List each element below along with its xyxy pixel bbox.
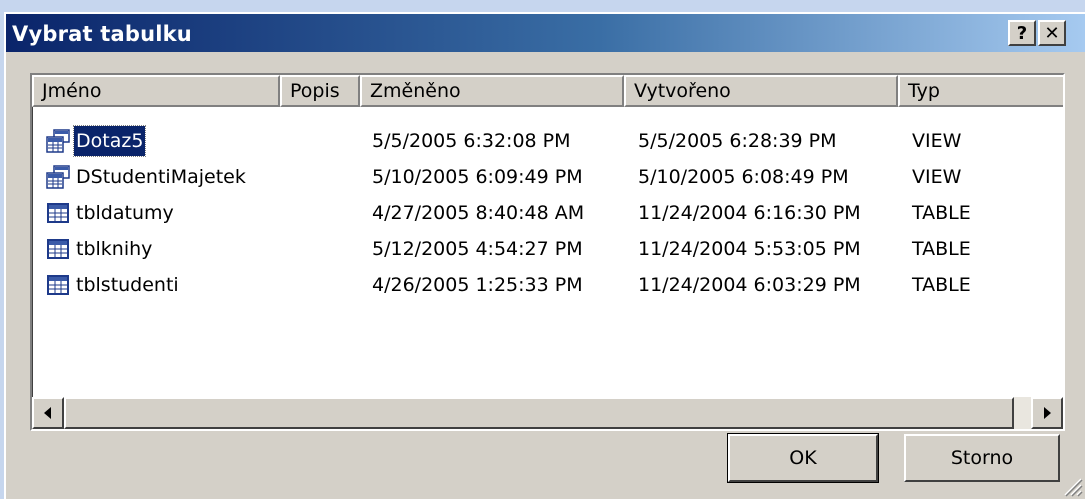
scroll-right-button[interactable] <box>1031 397 1063 429</box>
table-icon <box>46 201 70 225</box>
cancel-button[interactable]: Storno <box>904 434 1060 482</box>
row-name: DStudentiMajetek <box>76 166 246 188</box>
table-icon <box>46 273 70 297</box>
arrow-left-icon <box>44 407 51 419</box>
row-created: 11/24/2004 5:53:05 PM <box>638 238 861 260</box>
scroll-thumb[interactable] <box>64 397 1014 429</box>
row-modified: 4/27/2005 8:40:48 AM <box>372 202 585 224</box>
query-view-icon <box>46 165 70 189</box>
column-header-created[interactable]: Vytvořeno <box>624 75 898 107</box>
row-created: 5/10/2005 6:08:49 PM <box>638 166 849 188</box>
close-icon: ✕ <box>1044 22 1060 44</box>
row-modified: 5/10/2005 6:09:49 PM <box>372 166 583 188</box>
list-header: Jméno Popis Změněno Vytvořeno Typ <box>32 75 1063 107</box>
select-table-dialog: Vybrat tabulku ? ✕ Jméno Popis Změněno V… <box>4 12 1085 499</box>
column-header-description[interactable]: Popis <box>280 75 360 107</box>
table-row[interactable]: tbldatumy 4/27/2005 8:40:48 AM 11/24/2004 … <box>32 195 1063 231</box>
table-list[interactable]: Jméno Popis Změněno Vytvořeno Typ Dotaz5… <box>30 73 1065 431</box>
row-name: tbldatumy <box>76 202 174 224</box>
row-created: 11/24/2004 6:03:29 PM <box>638 274 861 296</box>
window-title: Vybrat tabulku <box>12 22 192 46</box>
row-name: Dotaz5 <box>72 125 147 157</box>
row-created: 11/24/2004 6:16:30 PM <box>638 202 861 224</box>
row-type: TABLE <box>912 238 971 260</box>
help-icon: ? <box>1016 22 1028 44</box>
arrow-right-icon <box>1044 407 1051 419</box>
column-header-name[interactable]: Jméno <box>32 75 280 107</box>
row-modified: 4/26/2005 1:25:33 PM <box>372 274 583 296</box>
resize-grip-icon[interactable] <box>1059 473 1083 497</box>
close-button[interactable]: ✕ <box>1038 20 1066 46</box>
table-row[interactable]: tblknihy 5/12/2005 4:54:27 PM 11/24/2004 5… <box>32 231 1063 267</box>
table-row[interactable]: tblstudenti 4/26/2005 1:25:33 PM 11/24/200… <box>32 267 1063 303</box>
table-icon <box>46 237 70 261</box>
row-name: tblknihy <box>76 238 153 260</box>
horizontal-scrollbar[interactable] <box>32 397 1063 429</box>
title-bar[interactable]: Vybrat tabulku ? ✕ <box>6 14 1085 52</box>
row-created: 5/5/2005 6:28:39 PM <box>638 130 837 152</box>
help-button[interactable]: ? <box>1008 20 1036 46</box>
row-modified: 5/5/2005 6:32:08 PM <box>372 130 571 152</box>
row-name: tblstudenti <box>76 274 179 296</box>
scroll-left-button[interactable] <box>32 397 64 429</box>
row-modified: 5/12/2005 4:54:27 PM <box>372 238 583 260</box>
ok-button[interactable]: OK <box>728 434 878 482</box>
row-type: TABLE <box>912 202 971 224</box>
query-view-icon <box>46 129 70 153</box>
column-header-type[interactable]: Typ <box>898 75 1063 107</box>
row-type: VIEW <box>912 166 962 188</box>
row-type: TABLE <box>912 274 971 296</box>
column-header-modified[interactable]: Změněno <box>360 75 624 107</box>
row-type: VIEW <box>912 130 962 152</box>
table-row[interactable]: DStudentiMajetek 5/10/2005 6:09:49 PM 5/10… <box>32 159 1063 195</box>
table-row[interactable]: Dotaz5 5/5/2005 6:32:08 PM 5/5/2005 6:28:3… <box>32 123 1063 159</box>
